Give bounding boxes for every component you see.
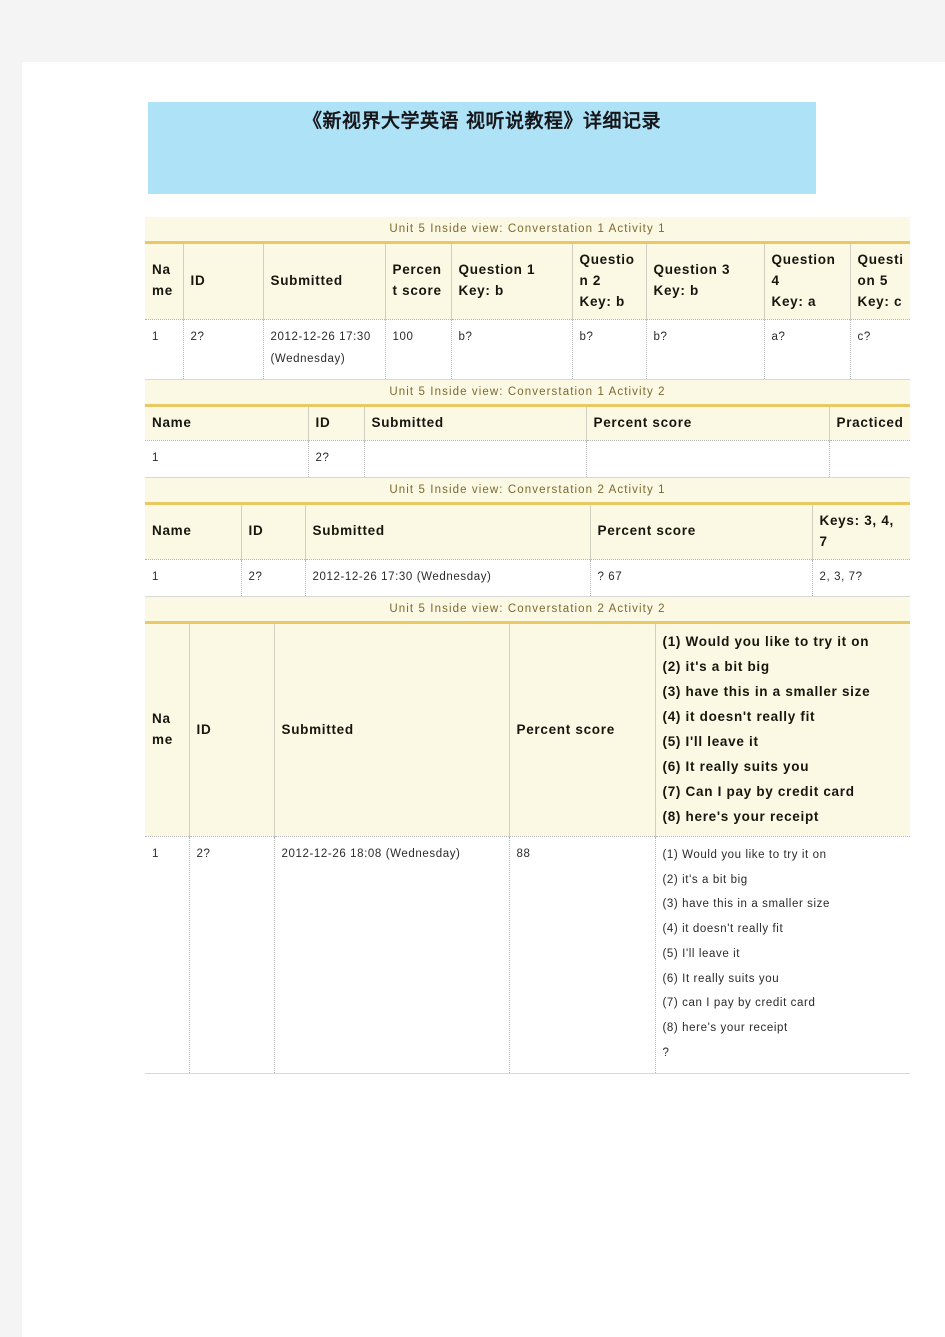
question-label: Question 2 [579,252,635,288]
answer-line: (1) Would you like to try it on [662,848,827,861]
answer-line: (8) here's your receipt [662,1022,788,1034]
page-content: 《新视界大学英语 视听说教程》详细记录 Unit 5 Inside view: … [22,62,945,1337]
question-label: Question 5 [857,252,904,288]
question-header-line: (2) it's a bit big [662,659,770,675]
question-key: Key: b [458,283,504,299]
table-row: 1 2? 2012-12-26 17:30 (Wednesday) 100 b?… [145,318,910,380]
column-header-name: Name [145,622,190,837]
cell-answer-q3: b? [646,318,765,380]
question-label: Question 1 [458,262,536,278]
column-header-id: ID [241,502,306,560]
answer-line: (3) have this in a smaller size [662,898,831,911]
cell-keys: 2, 3, 7? [812,558,910,597]
cell-answer-q4: a? [764,318,851,380]
question-label: Question 3 [653,262,731,278]
cell-answers: (1) Would you like to try it on (2) it's… [655,835,910,1074]
question-header-line: (6) It really suits you [662,759,810,775]
records-tables: Unit 5 Inside view: Converstation 1 Acti… [145,217,910,1075]
question-key: Key: b [579,293,625,309]
column-header-question-2: Question 2 Key: b [572,242,647,320]
table-conversation-2-activity-2: Unit 5 Inside view: Converstation 2 Acti… [145,597,910,1075]
page-title: 《新视界大学英语 视听说教程》详细记录 [302,110,662,132]
cell-submitted: 2012-12-26 18:08 (Wednesday) [274,835,510,1074]
cell-id: 2? [183,318,264,380]
cell-percent-score: 100 [385,318,452,380]
document-page: 《新视界大学英语 视听说教程》详细记录 Unit 5 Inside view: … [0,0,945,1337]
question-header-line: (1) Would you like to try it on [662,634,870,650]
column-header-percent-score: Percent score [509,622,656,837]
column-header-name: Name [145,502,242,560]
cell-answer-q5: c? [850,318,910,380]
column-header-percent-score: Percent score [586,404,830,441]
question-label: Question 4 [771,252,836,288]
column-header-question-1: Question 1 Key: b [451,242,573,320]
question-header-line: (3) have this in a smaller size [662,684,871,700]
question-key: Key: a [771,293,817,309]
cell-practiced [829,439,910,478]
question-key: Key: c [857,293,903,309]
question-key: Key: b [653,283,699,299]
column-header-name: Name [145,404,309,441]
table-header-row: Name ID Submitted Percent score Keys: 3,… [145,502,910,560]
question-header-line: (4) it doesn't really fit [662,709,816,725]
question-header-line: (7) Can I pay by credit card [662,784,855,800]
table-conversation-2-activity-1: Unit 5 Inside view: Converstation 2 Acti… [145,477,910,598]
column-header-question-5: Question 5 Key: c [850,242,910,320]
table-conversation-1-activity-2: Unit 5 Inside view: Converstation 1 Acti… [145,379,910,478]
table-header-row: Name ID Submitted Percent score (1) Woul… [145,622,910,837]
table-row: 1 2? [145,439,910,478]
cell-percent-score [586,439,830,478]
table-caption: Unit 5 Inside view: Converstation 2 Acti… [145,597,910,622]
column-header-keys: Keys: 3, 4, 7 [812,502,910,560]
table-conversation-1-activity-1: Unit 5 Inside view: Converstation 1 Acti… [145,217,910,380]
table-row: 1 2? 2012-12-26 17:30 (Wednesday) ? 67 2… [145,558,910,597]
cell-id: 2? [241,558,306,597]
cell-name: 1 [145,558,242,597]
table-caption: Unit 5 Inside view: Converstation 2 Acti… [145,477,910,502]
column-header-question-4: Question 4 Key: a [764,242,851,320]
question-header-line: (5) I'll leave it [662,734,759,750]
question-header-line: (8) here's your receipt [662,809,820,824]
column-header-submitted: Submitted [263,242,386,320]
answer-line: (4) it doesn't really fit [662,923,784,936]
cell-name: 1 [145,439,309,478]
answer-line: (2) it's a bit big [662,873,748,886]
cell-submitted: 2012-12-26 17:30 (Wednesday) [263,318,386,380]
column-header-questions: (1) Would you like to try it on (2) it's… [655,622,910,837]
column-header-percent-score: Percent score [385,242,452,320]
table-header-row: Name ID Submitted Percent score Practice… [145,404,910,441]
column-header-submitted: Submitted [305,502,591,560]
cell-id: 2? [189,835,275,1074]
table-row: 1 2? 2012-12-26 18:08 (Wednesday) 88 (1)… [145,835,910,1074]
document-title-banner: 《新视界大学英语 视听说教程》详细记录 [148,102,816,194]
cell-answer-q2: b? [572,318,647,380]
table-caption: Unit 5 Inside view: Converstation 1 Acti… [145,217,910,241]
column-header-id: ID [308,404,365,441]
cell-percent-score: ? 67 [590,558,813,597]
cell-name: 1 [145,318,184,380]
cell-name: 1 [145,835,190,1074]
cell-submitted [364,439,587,478]
column-header-name: Name [145,242,184,320]
cell-id: 2? [308,439,365,478]
column-header-percent-score: Percent score [590,502,813,560]
table-caption: Unit 5 Inside view: Converstation 1 Acti… [145,379,910,404]
table-header-row: Name ID Submitted Percent score Question… [145,242,910,320]
column-header-practiced: Practiced [829,404,910,441]
column-header-id: ID [183,242,264,320]
cell-submitted: 2012-12-26 17:30 (Wednesday) [305,558,591,597]
answer-line: (5) I'll leave it [662,947,741,960]
cell-percent-score: 88 [509,835,656,1074]
column-header-question-3: Question 3 Key: b [646,242,765,320]
answer-line: (7) can I pay by credit card [662,997,816,1010]
answer-line: ? [662,1046,670,1059]
answer-line: (6) It really suits you [662,972,780,985]
column-header-submitted: Submitted [364,404,587,441]
cell-answer-q1: b? [451,318,573,380]
column-header-submitted: Submitted [274,622,510,837]
column-header-id: ID [189,622,275,837]
